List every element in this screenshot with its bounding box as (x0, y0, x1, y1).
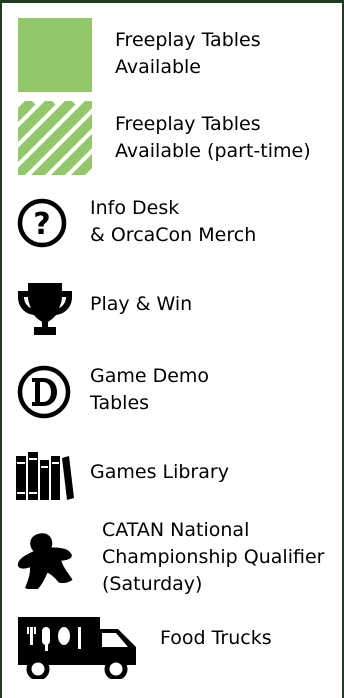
legend-label-line: Game Demo (90, 365, 210, 387)
solid-green-swatch (18, 18, 92, 92)
books-icon (16, 452, 74, 500)
legend-label-line: Freeplay Tables (115, 113, 261, 135)
legend-label-catan: CATAN National Championship Qualifier (S… (102, 517, 324, 598)
legend-label-play-win: Play & Win (90, 291, 192, 318)
svg-text:?: ? (33, 207, 50, 242)
legend-label-line: Available (115, 56, 202, 78)
striped-green-swatch (18, 101, 92, 175)
legend-label-line: Championship Qualifier (102, 546, 325, 568)
legend-label-line: Freeplay Tables (115, 29, 261, 51)
legend-label-freeplay-part-time: Freeplay Tables Available (part-time) (115, 111, 311, 165)
legend-label-freeplay: Freeplay Tables Available (115, 27, 261, 81)
meeple-icon (17, 533, 73, 589)
legend-label-food-trucks: Food Trucks (160, 625, 272, 652)
legend-label-line: Available (part-time) (115, 140, 311, 162)
letter-d-circle-icon (17, 365, 71, 419)
legend-label-line: Games Library (90, 461, 229, 483)
legend-label-line: Food Trucks (160, 627, 272, 649)
food-truck-icon (18, 617, 136, 679)
legend-label-game-demo: Game Demo Tables (90, 363, 209, 417)
trophy-icon (18, 283, 72, 335)
legend-label-line: Tables (90, 392, 150, 414)
legend-label-line: (Saturday) (102, 573, 203, 595)
legend-label-info-desk: Info Desk & OrcaCon Merch (90, 195, 256, 249)
legend-label-line: CATAN National (102, 519, 250, 541)
legend-panel: Freeplay Tables Available Freeplay Table… (0, 0, 344, 698)
legend-label-line: Play & Win (90, 293, 193, 315)
legend-label-line: Info Desk (90, 197, 180, 219)
question-circle-icon: ? (17, 198, 67, 248)
legend-label-games-library: Games Library (90, 459, 229, 486)
legend-label-line: & OrcaCon Merch (90, 224, 257, 246)
